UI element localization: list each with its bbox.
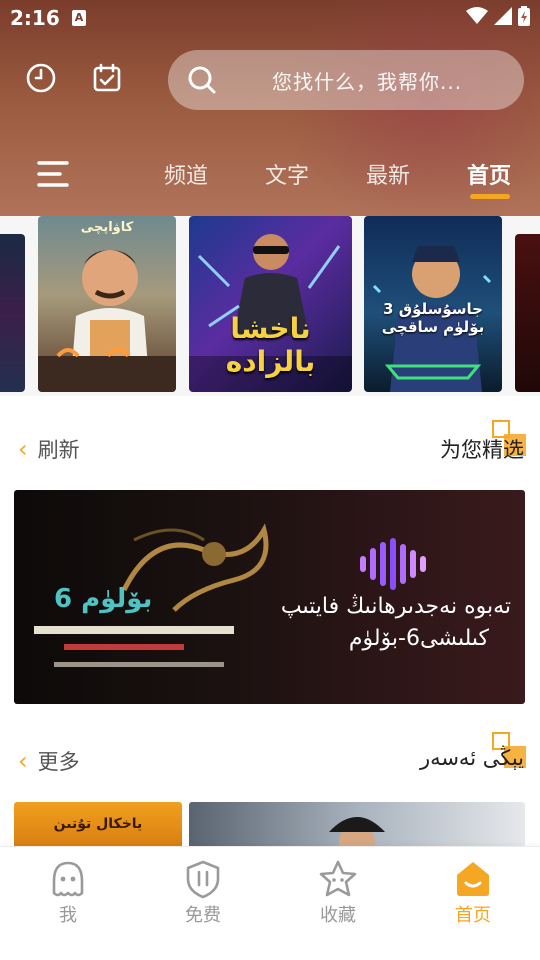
bottom-nav-me[interactable]: 我	[23, 859, 113, 927]
tab-home[interactable]: 首页	[467, 158, 511, 190]
checkin-button[interactable]	[87, 58, 127, 98]
menu-icon[interactable]	[36, 160, 70, 188]
bottom-nav-label: 首页	[455, 905, 491, 926]
notification-badge: A	[72, 10, 86, 26]
tab-text[interactable]: 文字	[265, 158, 309, 190]
warrior-illustration	[329, 817, 385, 850]
thumbnail-caption: ياخكال تۇتىن	[53, 816, 143, 832]
poster-title: 3 جاسۇسلۇق بۆلۈم ساقچى	[381, 300, 485, 336]
banner-subtitle-lines	[34, 626, 234, 667]
bottom-nav-home[interactable]: 首页	[428, 859, 518, 927]
poster-card[interactable]	[0, 234, 25, 392]
status-time: 2:16	[10, 6, 60, 30]
section-title: يېڭى ئەسەر	[419, 746, 524, 770]
section-new-header: ‹ 更多 يېڭى ئەسەر	[0, 732, 540, 782]
nav-tabs: 频道 文字 最新 首页	[0, 150, 540, 200]
refresh-button[interactable]: ‹ 刷新	[18, 434, 80, 464]
bottom-nav: 我 免费 收藏 首页	[0, 846, 540, 960]
shield-icon	[186, 860, 220, 899]
chevron-left-icon: ‹	[18, 747, 28, 775]
calendar-check-icon	[93, 63, 121, 92]
thumbnail-card[interactable]	[189, 802, 525, 850]
poster-card[interactable]: 3 جاسۇسلۇق بۆلۈم ساقچى	[364, 216, 502, 392]
poster-card[interactable]: كاۋاپچى	[38, 216, 176, 392]
episode-badge: 6 بۆلۈم	[54, 584, 153, 614]
tab-latest[interactable]: 最新	[366, 158, 410, 190]
search-placeholder: 您找什么，我帮你...	[272, 70, 463, 94]
star-face-icon	[319, 860, 357, 897]
search-icon	[188, 66, 216, 94]
battery-icon	[518, 6, 530, 26]
more-label: 更多	[37, 750, 80, 774]
thumbnail-card[interactable]: ياخكال تۇتىن	[14, 802, 182, 850]
search-box[interactable]: 您找什么，我帮你...	[168, 50, 524, 110]
poster-title: ناخشا بالزادە	[225, 312, 316, 378]
history-button[interactable]	[21, 58, 61, 98]
active-tab-indicator	[470, 194, 510, 199]
featured-banner[interactable]: 6 بۆلۈم تەبوە نەجدىرھانىڭ فايتىپ كىلىشى6…	[14, 490, 525, 704]
banner-title-line1: تەبوە نەجدىرھانىڭ فايتىپ	[280, 594, 511, 619]
wifi-icon	[466, 7, 488, 24]
chef-illustration	[38, 250, 176, 392]
poster-card[interactable]: ناخشا بالزادە	[189, 216, 352, 392]
clock-icon	[26, 63, 56, 93]
more-button[interactable]: ‹ 更多	[18, 746, 80, 776]
audio-wave-icon	[360, 538, 426, 590]
refresh-label: 刷新	[37, 438, 80, 462]
top-row: 您找什么，我帮你...	[0, 50, 540, 110]
bottom-nav-label: 我	[59, 905, 77, 926]
banner-title-line2: كىلىشى6-بۆلۈم	[348, 626, 489, 651]
ghost-icon	[52, 861, 84, 897]
status-icons	[466, 6, 530, 26]
poster-title: كاۋاپچى	[80, 220, 134, 235]
poster-carousel[interactable]: كاۋاپچى ناخشا بالزادە 3 جاسۇسلۇق بۆلۈم س…	[0, 216, 540, 396]
home-icon	[457, 862, 489, 896]
header: 2:16 A 您找什么，我帮你... 频道 文字 最新 首页	[0, 0, 540, 216]
bottom-nav-label: 免费	[185, 905, 221, 926]
section-title: 为您精选	[440, 438, 524, 462]
section-recommended-header: ‹ 刷新 为您精选	[0, 420, 540, 470]
tab-channel[interactable]: 频道	[164, 158, 208, 190]
chevron-left-icon: ‹	[18, 435, 28, 463]
status-bar: 2:16 A	[0, 0, 540, 36]
bottom-nav-favorites[interactable]: 收藏	[293, 859, 383, 927]
poster-card[interactable]	[515, 234, 540, 392]
bottom-nav-free[interactable]: 免费	[158, 859, 248, 927]
signal-icon	[494, 7, 512, 25]
bottom-nav-label: 收藏	[320, 905, 356, 926]
